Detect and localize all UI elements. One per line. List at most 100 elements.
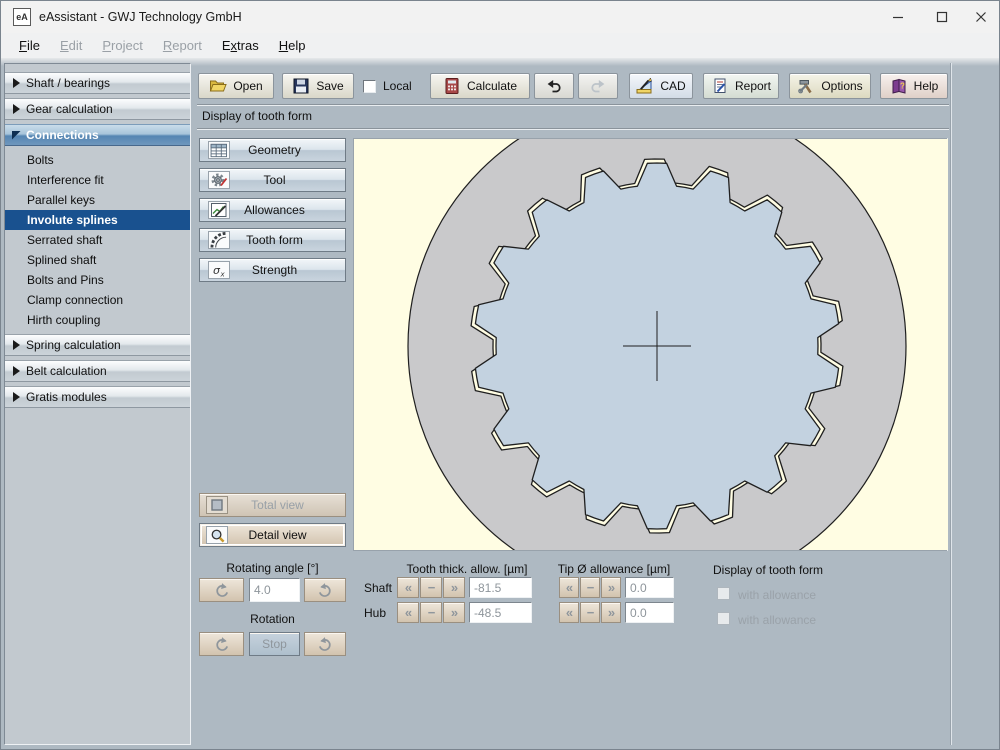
menu-extras[interactable]: Extras <box>212 35 269 56</box>
redo-icon <box>591 80 605 93</box>
hub-tooth-allowance-input[interactable] <box>469 602 532 623</box>
local-label: Local <box>383 79 412 93</box>
sidebar-section-label: Connections <box>26 128 99 142</box>
shaft-tip-reset-button[interactable]: − <box>580 577 600 598</box>
tool-label: Tool <box>263 173 286 187</box>
app-icon: eA <box>13 8 31 26</box>
shaft-tooth-allowance-input[interactable] <box>469 577 532 598</box>
report-button[interactable]: Report <box>703 73 779 99</box>
redo-button[interactable] <box>578 73 618 99</box>
help-button[interactable]: ? Help <box>880 73 948 99</box>
allowances-button[interactable]: Allowances <box>199 198 346 222</box>
tool-button[interactable]: Tool <box>199 168 346 192</box>
sidebar-item-involute-splines[interactable]: Involute splines <box>5 210 190 230</box>
menu-bar: File Edit Project Report Extras Help <box>1 33 999 58</box>
sidebar-section-shaft-bearings[interactable]: Shaft / bearings <box>5 72 190 94</box>
collapsed-triangle-icon <box>13 392 20 402</box>
open-button[interactable]: Open <box>198 73 274 99</box>
sidebar-section-label: Shaft / bearings <box>26 76 111 90</box>
maximize-button[interactable] <box>925 1 959 33</box>
sidebar-item-splined-shaft[interactable]: Splined shaft <box>5 250 190 270</box>
tool-gear-icon <box>208 171 230 189</box>
tooth-form-gear-icon <box>208 231 230 249</box>
rotate-cw-button[interactable] <box>304 632 346 656</box>
rotate-cw-icon <box>318 636 331 651</box>
shaft-tip-increase-button[interactable]: » <box>601 577 621 598</box>
sidebar-section-label: Belt calculation <box>26 364 107 378</box>
rotate-left-step-button[interactable] <box>199 578 244 602</box>
total-view-button[interactable]: Total view <box>199 493 346 517</box>
undo-button[interactable] <box>534 73 574 99</box>
sigma-x-icon: σ x <box>208 261 230 279</box>
expanded-triangle-icon <box>12 130 21 140</box>
rotating-angle-input[interactable] <box>249 578 300 602</box>
collapsed-triangle-icon <box>13 104 20 114</box>
sidebar-item-bolts-and-pins[interactable]: Bolts and Pins <box>5 270 190 290</box>
close-button[interactable] <box>962 1 999 33</box>
collapsed-triangle-icon <box>13 78 20 88</box>
menu-project: Project <box>102 38 143 53</box>
hub-tooth-reset-button[interactable]: − <box>420 602 442 623</box>
menu-file[interactable]: File <box>9 35 50 56</box>
shaft-tip-allowance-input[interactable] <box>625 577 674 598</box>
hub-tip-decrease-button[interactable]: « <box>559 602 579 623</box>
sidebar-section-belt-calculation[interactable]: Belt calculation <box>5 360 190 382</box>
hub-tooth-increase-button[interactable]: » <box>443 602 465 623</box>
sidebar-section-connections[interactable]: Connections <box>5 124 190 146</box>
hub-tip-reset-button[interactable]: − <box>580 602 600 623</box>
tooth-form-button[interactable]: Tooth form <box>199 228 346 252</box>
stop-rotation-button[interactable]: Stop <box>249 632 300 656</box>
sidebar-item-hirth-coupling[interactable]: Hirth coupling <box>5 310 190 330</box>
hub-tooth-decrease-button[interactable]: « <box>397 602 419 623</box>
strength-button[interactable]: σ x Strength <box>199 258 346 282</box>
geometry-button[interactable]: Geometry <box>199 138 346 162</box>
detail-view-magnifier-icon <box>206 526 228 544</box>
total-view-label: Total view <box>251 498 304 512</box>
sidebar-item-bolts[interactable]: Bolts <box>5 150 190 170</box>
allowances-label: Allowances <box>244 203 305 217</box>
report-document-icon <box>714 78 726 93</box>
shaft-tip-decrease-button[interactable]: « <box>559 577 579 598</box>
tooth-form-label: Tooth form <box>246 233 303 247</box>
sidebar-section-label: Gratis modules <box>26 390 107 404</box>
detail-view-label: Detail view <box>248 528 307 542</box>
cad-button[interactable]: CAD <box>629 73 693 99</box>
sidebar-item-interference-fit[interactable]: Interference fit <box>5 170 190 190</box>
open-label: Open <box>233 79 263 93</box>
sidebar-item-serrated-shaft[interactable]: Serrated shaft <box>5 230 190 250</box>
tip-diameter-allowance-header: Tip Ø allowance [µm] <box>557 562 671 576</box>
shaft-tooth-increase-button[interactable]: » <box>443 577 465 598</box>
rotate-ccw-icon <box>216 636 228 651</box>
menu-help[interactable]: Help <box>269 35 316 56</box>
save-button[interactable]: Save <box>282 73 354 99</box>
sidebar-item-clamp-connection[interactable]: Clamp connection <box>5 290 190 310</box>
detail-view-button[interactable]: Detail view <box>199 523 346 547</box>
rotate-right-step-button[interactable] <box>304 578 346 602</box>
shaft-tooth-decrease-button[interactable]: « <box>397 577 419 598</box>
tooth-thickness-allowance-header: Tooth thick. allow. [µm] <box>406 562 528 576</box>
rotate-right-icon <box>318 582 331 597</box>
with-allowance-hub-checkbox[interactable] <box>717 612 730 625</box>
options-button[interactable]: Options <box>789 73 871 99</box>
local-checkbox[interactable] <box>363 79 376 93</box>
shaft-tooth-reset-button[interactable]: − <box>420 577 442 598</box>
sidebar-item-parallel-keys[interactable]: Parallel keys <box>5 190 190 210</box>
hub-tip-allowance-input[interactable] <box>625 602 674 623</box>
tooth-form-display[interactable] <box>353 96 948 596</box>
sidebar-section-spring-calculation[interactable]: Spring calculation <box>5 334 190 356</box>
total-view-icon <box>206 496 228 514</box>
sidebar-section-gear-calculation[interactable]: Gear calculation <box>5 98 190 120</box>
spline-gear-graphic <box>354 96 948 596</box>
help-label: Help <box>913 79 939 93</box>
maximize-icon <box>936 11 948 23</box>
minimize-button[interactable] <box>881 1 915 33</box>
sidebar-section-gratis-modules[interactable]: Gratis modules <box>5 386 190 408</box>
calculate-button[interactable]: Calculate <box>430 73 530 99</box>
with-allowance-shaft-checkbox[interactable] <box>717 587 730 600</box>
sidebar-section-label: Spring calculation <box>26 338 121 352</box>
rotate-ccw-button[interactable] <box>199 632 244 656</box>
svg-text:?: ? <box>900 82 905 91</box>
undo-icon <box>547 80 561 93</box>
hub-tip-increase-button[interactable]: » <box>601 602 621 623</box>
menu-edit: Edit <box>59 38 83 53</box>
